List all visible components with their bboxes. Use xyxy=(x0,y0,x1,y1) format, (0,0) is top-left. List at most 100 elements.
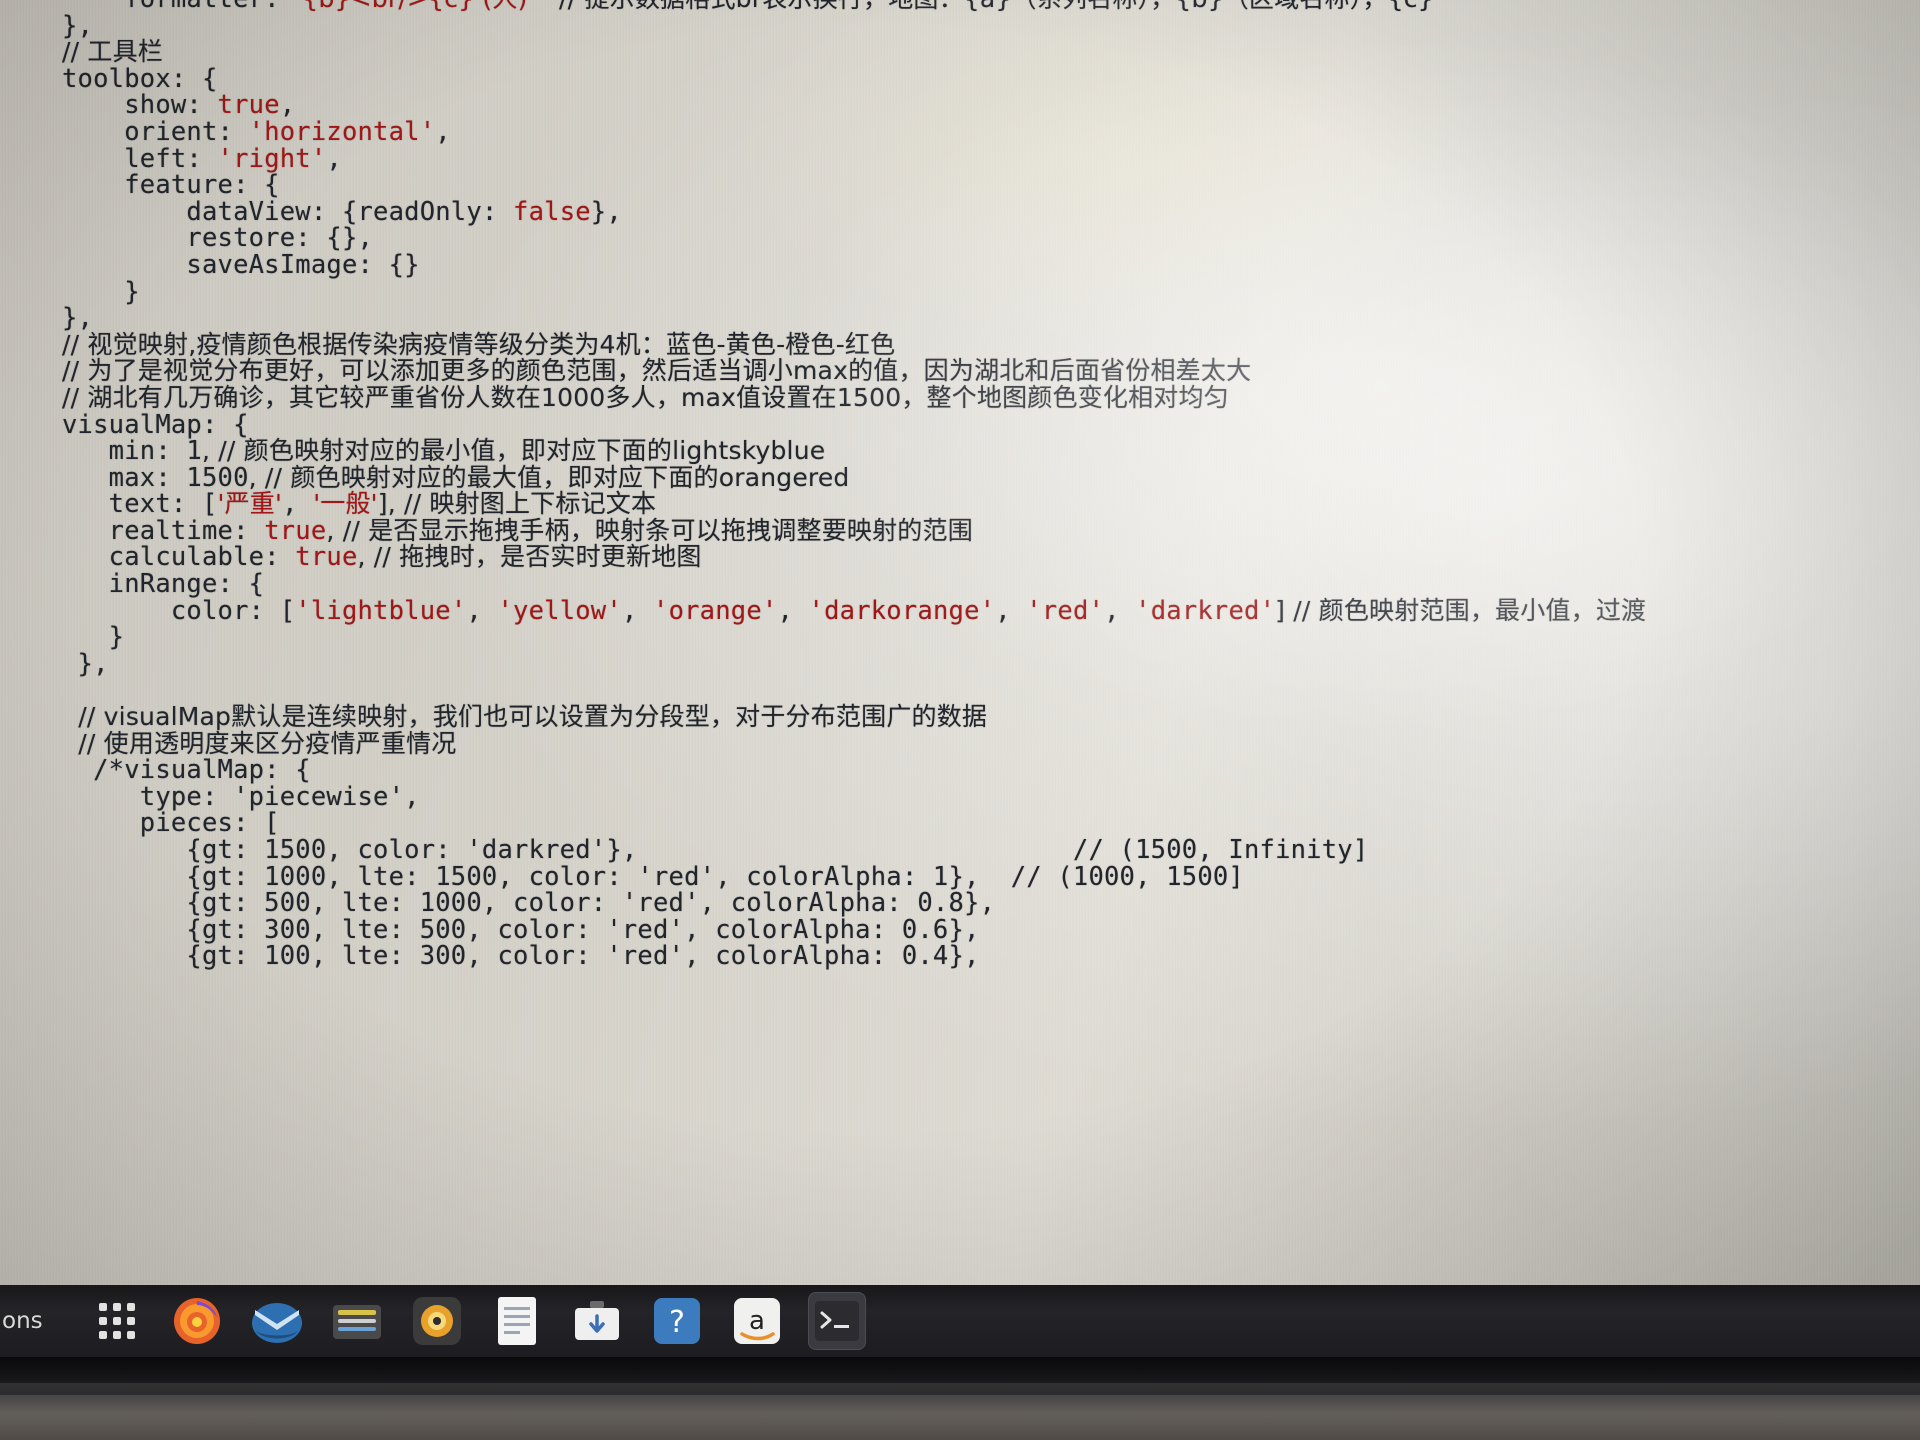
code-token: , // 拖拽时，是否实时更新地图 xyxy=(357,542,702,572)
code-line[interactable]: // 湖北有几万确诊，其它较严重省份人数在1000多人，max值设置在1500，… xyxy=(0,382,1920,412)
code-token: min: xyxy=(62,436,187,467)
code-token: // 为了是视觉分布更好，可以添加更多的颜色范围，然后适当调小max的值，因为湖… xyxy=(62,356,1252,386)
code-token: inRange: { xyxy=(62,569,265,600)
taskbar-item-files[interactable] xyxy=(328,1292,386,1350)
code-token: type: 'piecewise', xyxy=(62,781,420,812)
taskbar-item-app-grid[interactable] xyxy=(88,1292,146,1350)
code-line[interactable]: max: 1500, // 颜色映射对应的最大值，即对应下面的orangered xyxy=(0,462,1920,492)
code-line[interactable]: color: ['lightblue', 'yellow', 'orange',… xyxy=(0,595,1920,626)
code-line[interactable]: dataView: {readOnly: false}, xyxy=(0,196,1920,227)
taskbar-item-firefox[interactable] xyxy=(168,1292,226,1350)
code-line[interactable]: min: 1, // 颜色映射对应的最小值，即对应下面的lightskyblue xyxy=(0,436,1920,467)
code-line[interactable]: /*visualMap: { xyxy=(0,757,1920,784)
code-token: 'darkred' xyxy=(1135,595,1276,626)
code-line[interactable]: realtime: true, // 是否显示拖拽手柄，映射条可以拖拽调整要映射… xyxy=(0,515,1920,545)
code-line[interactable]: {gt: 1500, color: 'darkred'}, // (1500, … xyxy=(0,837,1920,864)
code-line[interactable]: // visualMap默认是连续映射，我们也可以设置为分段型，对于分布范围广的… xyxy=(0,703,1920,731)
svg-text:?: ? xyxy=(669,1305,685,1340)
help-icon: ? xyxy=(652,1296,702,1346)
taskbar-item-thunderbird[interactable] xyxy=(248,1292,306,1350)
code-token: feature: { xyxy=(62,170,280,201)
code-token: 'red' xyxy=(1026,595,1105,626)
taskbar-item-amazon[interactable]: a xyxy=(728,1292,786,1350)
code-line[interactable]: feature: { xyxy=(0,172,1920,199)
code-line[interactable]: toolbox: { xyxy=(0,65,1920,93)
code-line[interactable]: left: 'right', xyxy=(0,143,1920,174)
code-line[interactable]: calculable: true, // 拖拽时，是否实时更新地图 xyxy=(0,544,1920,571)
code-token: '{b}<br/>{c} (人)' xyxy=(295,0,534,13)
code-line[interactable]: {gt: 1000, lte: 1500, color: 'red', colo… xyxy=(0,861,1920,892)
code-line[interactable]: // 使用透明度来区分疫情严重情况 xyxy=(0,728,1920,758)
rhythmbox-icon xyxy=(411,1295,463,1347)
code-token: {gt: 100, lte: 300, color: 'red', colorA… xyxy=(62,941,980,972)
code-token: calculable: xyxy=(62,542,296,573)
code-line[interactable]: visualMap: { xyxy=(0,411,1920,439)
code-token: , xyxy=(1104,595,1136,626)
code-token: {gt: 300, lte: 500, color: 'red', colorA… xyxy=(62,914,980,945)
briefcase-icon xyxy=(572,1298,622,1344)
code-line[interactable]: saveAsImage: {} xyxy=(0,252,1920,279)
code-token: '严重' xyxy=(217,489,283,519)
taskbar[interactable]: ons ? a xyxy=(0,1285,1920,1357)
code-token: , xyxy=(995,595,1027,626)
code-line[interactable]: type: 'piecewise', xyxy=(0,784,1920,811)
code-line[interactable]: // 工具栏 xyxy=(0,38,1920,66)
code-line[interactable]: } xyxy=(0,624,1920,651)
document-icon xyxy=(496,1295,538,1347)
taskbar-item-rhythmbox[interactable] xyxy=(408,1292,466,1350)
code-token: // 提示数据格式br表示换行，地图：{a}（系列名称），{b}（区域名称），{… xyxy=(535,0,1434,13)
code-token: '一般' xyxy=(313,489,378,519)
taskbar-item-help[interactable]: ? xyxy=(648,1292,706,1350)
desk-surface xyxy=(0,1395,1920,1440)
code-token: }, xyxy=(590,196,622,227)
code-line[interactable]: } xyxy=(0,278,1920,306)
files-icon xyxy=(331,1299,383,1343)
code-line[interactable]: orient: 'horizontal', xyxy=(0,119,1920,146)
svg-text:a: a xyxy=(749,1306,765,1336)
laptop-screen-photo: formatter: '{b}<br/>{c} (人)' // 提示数据格式br… xyxy=(0,0,1920,1440)
code-line[interactable]: // 视觉映射,疫情颜色根据传染病疫情等级分类为4机：蓝色-黄色-橙色-红色 xyxy=(0,329,1920,359)
taskbar-item-text-editor[interactable] xyxy=(488,1292,546,1350)
code-line[interactable]: }, xyxy=(0,12,1920,40)
code-token: }, xyxy=(62,303,94,334)
taskbar-items[interactable]: ? a xyxy=(66,1292,866,1350)
code-token: }, xyxy=(62,648,109,679)
taskbar-item-software-center[interactable] xyxy=(568,1292,626,1350)
code-token: ], // 映射图上下标记文本 xyxy=(377,489,657,519)
code-line[interactable]: {gt: 300, lte: 500, color: 'red', colorA… xyxy=(0,914,1920,945)
code-token: , // 颜色映射对应的最大值，即对应下面的orangered xyxy=(248,462,850,492)
code-line[interactable]: pieces: [ xyxy=(0,810,1920,837)
code-token: restore: {}, xyxy=(62,223,374,254)
code-area[interactable]: formatter: '{b}<br/>{c} (人)' // 提示数据格式br… xyxy=(0,0,1920,970)
code-line[interactable]: show: true, xyxy=(0,92,1920,119)
code-line[interactable]: formatter: '{b}<br/>{c} (人)' // 提示数据格式br… xyxy=(0,0,1920,13)
taskbar-item-terminal[interactable] xyxy=(808,1292,866,1350)
thunderbird-icon xyxy=(250,1297,304,1345)
code-line[interactable] xyxy=(0,677,1920,704)
code-token: , xyxy=(279,90,296,121)
code-token: } xyxy=(62,622,125,653)
code-token: {gt: 1000, lte: 1500, color: 'red', colo… xyxy=(62,861,1244,892)
code-token: // 湖北有几万确诊，其它较严重省份人数在1000多人，max值设置在1500，… xyxy=(62,382,1229,412)
code-token: , xyxy=(777,595,809,626)
code-token: , // 是否显示拖拽手柄，映射条可以拖拽调整要映射的范围 xyxy=(326,515,973,545)
code-token: orient: xyxy=(62,116,249,147)
code-token: , xyxy=(326,143,342,174)
code-line[interactable]: }, xyxy=(0,651,1920,678)
code-line[interactable]: {gt: 100, lte: 300, color: 'red', colorA… xyxy=(0,943,1920,970)
code-token: // 视觉映射,疫情颜色根据传染病疫情等级分类为4机：蓝色-黄色-橙色-红色 xyxy=(62,329,896,359)
code-token: saveAsImage: {} xyxy=(62,249,420,280)
code-line[interactable]: {gt: 500, lte: 1000, color: 'red', color… xyxy=(0,890,1920,917)
code-line[interactable]: text: ['严重', '一般'], // 映射图上下标记文本 xyxy=(0,489,1920,519)
code-line[interactable]: inRange: { xyxy=(0,571,1920,598)
code-token: color: [ xyxy=(62,595,296,626)
code-token: true xyxy=(295,542,358,573)
code-line[interactable]: }, xyxy=(0,305,1920,332)
code-line[interactable]: // 为了是视觉分布更好，可以添加更多的颜色范围，然后适当调小max的值，因为湖… xyxy=(0,358,1920,385)
code-line[interactable]: restore: {}, xyxy=(0,225,1920,252)
code-token: // 使用透明度来区分疫情严重情况 xyxy=(62,728,457,758)
firefox-icon xyxy=(171,1295,223,1347)
code-token: show: xyxy=(62,90,218,121)
code-token: 'yellow' xyxy=(497,595,622,626)
code-token: 'horizontal' xyxy=(248,116,436,147)
